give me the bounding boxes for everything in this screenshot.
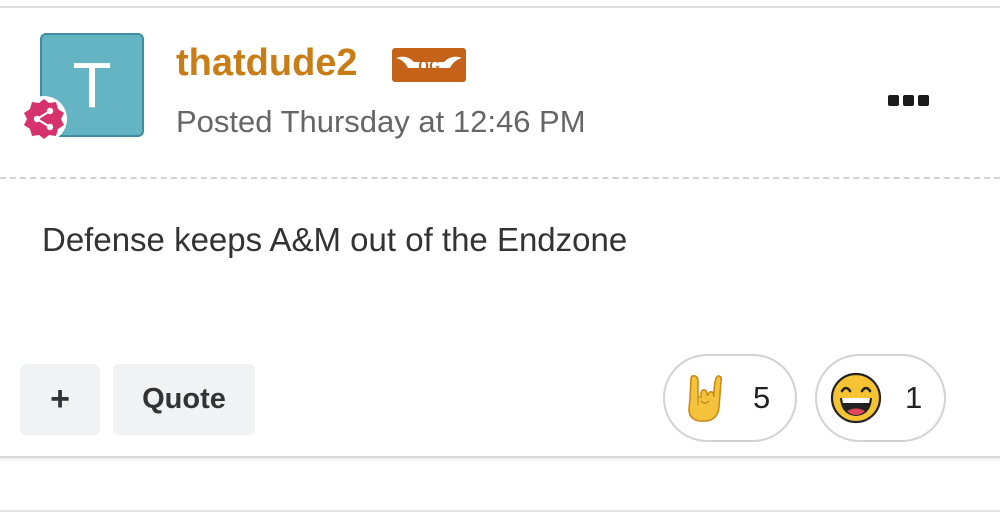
bottom-separator [0,510,1000,512]
reaction-count: 5 [753,380,771,415]
post-content: Defense keeps A&M out of the Endzone [42,221,628,258]
author-name-link[interactable]: thatdude2 [176,40,358,86]
reaction-rock-on[interactable]: 5 [663,354,797,442]
quote-button[interactable]: Quote [113,364,255,435]
share-network-icon [21,96,67,142]
post-header-divider [0,177,1000,179]
author-avatar-container[interactable]: T [21,33,144,142]
reaction-count: 1 [905,380,923,415]
og-badge-icon: OG [392,48,466,82]
post-date[interactable]: Posted Thursday at 12:46 PM [176,103,586,141]
reaction-laugh[interactable]: 1 [815,354,946,442]
laughing-face-icon [830,372,882,424]
rock-on-hand-icon [688,375,723,422]
ellipsis-icon[interactable] [884,90,932,110]
multiquote-button[interactable]: + [20,364,100,435]
og-badge-text: OG [418,59,440,74]
